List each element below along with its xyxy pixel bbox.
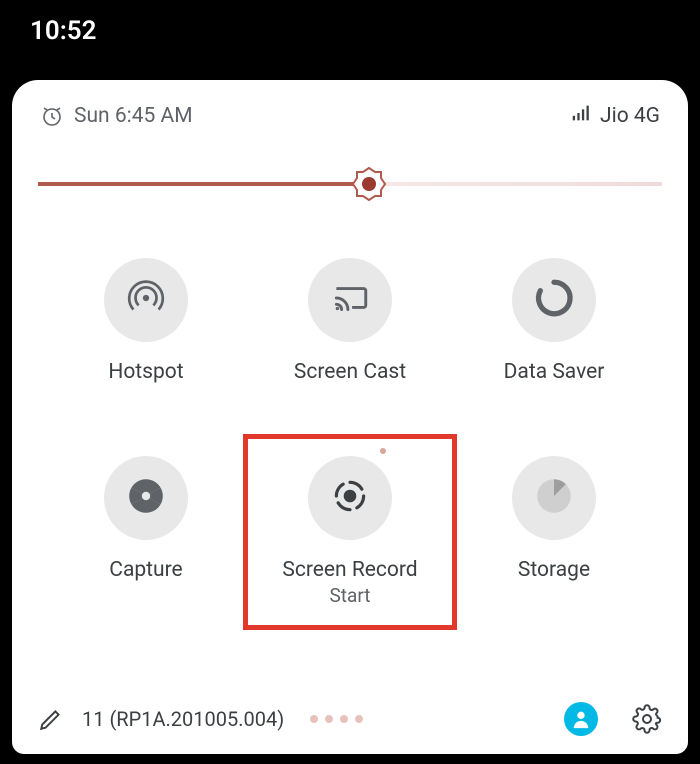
screen-record-icon (329, 475, 371, 521)
settings-icon[interactable] (632, 704, 662, 734)
brightness-slider[interactable] (12, 152, 688, 232)
tile-data-saver[interactable]: Data Saver (452, 258, 656, 384)
network-label: Jio 4G (600, 104, 660, 128)
signal-icon (570, 102, 592, 130)
page-indicator (310, 715, 363, 723)
tile-label: Capture (109, 558, 182, 582)
slider-thumb[interactable] (351, 166, 387, 202)
screen-cast-icon (329, 277, 371, 323)
tile-screen-cast[interactable]: Screen Cast (248, 258, 452, 384)
tile-label: Hotspot (108, 360, 183, 384)
alarm-icon[interactable] (40, 104, 64, 128)
build-number[interactable]: 11 (RP1A.201005.004) (82, 707, 284, 731)
panel-header: Sun 6:45 AM Jio 4G (12, 80, 688, 152)
tile-hotspot[interactable]: Hotspot (44, 258, 248, 384)
tile-capture[interactable]: Capture (44, 456, 248, 607)
slider-track (38, 182, 662, 186)
alarm-time: Sun 6:45 AM (74, 104, 193, 128)
tile-sublabel: Start (282, 584, 417, 607)
hotspot-icon (125, 277, 167, 323)
user-avatar[interactable] (564, 702, 598, 736)
device-status-bar: 10:52 (0, 0, 700, 70)
tile-screen-record[interactable]: Screen Record Start (248, 456, 452, 607)
panel-footer: 11 (RP1A.201005.004) (12, 686, 688, 754)
record-indicator-dot (380, 448, 386, 454)
clock: 10:52 (30, 16, 97, 46)
tile-label: Storage (518, 558, 590, 582)
tile-label: Data Saver (504, 360, 605, 384)
edit-icon[interactable] (38, 706, 64, 732)
tile-grid: Hotspot Screen Cast (12, 232, 688, 617)
storage-icon (533, 475, 575, 521)
capture-icon (125, 475, 167, 521)
slider-fill (38, 182, 369, 186)
quick-settings-panel: Sun 6:45 AM Jio 4G (12, 80, 688, 754)
tile-storage[interactable]: Storage (452, 456, 656, 607)
tile-label: Screen Cast (294, 360, 406, 384)
tile-label: Screen Record (282, 558, 417, 582)
data-saver-icon (533, 277, 575, 323)
